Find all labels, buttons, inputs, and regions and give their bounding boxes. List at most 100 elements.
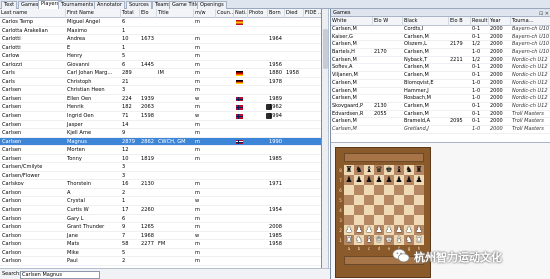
board-square[interactable]: [404, 205, 414, 215]
games-column-header[interactable]: Year: [489, 17, 511, 26]
board-square[interactable]: ♜: [414, 235, 424, 245]
board-square[interactable]: [384, 215, 394, 225]
white-pawn-icon[interactable]: ♟: [395, 225, 402, 234]
board-square[interactable]: [364, 215, 374, 225]
board-square[interactable]: ♝: [364, 235, 374, 245]
player-row[interactable]: Carlson Paul 2 m: [0, 257, 321, 266]
black-rook-icon[interactable]: ♜: [415, 165, 422, 174]
board-square[interactable]: [404, 195, 414, 205]
tab-text[interactable]: Text: [1, 1, 18, 9]
white-bishop-icon[interactable]: ♝: [365, 235, 372, 244]
player-row[interactable]: Carlsen Christian Heen 3 m: [0, 86, 321, 95]
game-row[interactable]: Carlsen,M Rosbach,M 1-0 2000 Nordic-ch U12: [331, 95, 550, 103]
white-rook-icon[interactable]: ♜: [415, 235, 422, 244]
white-queen-icon[interactable]: ♛: [375, 235, 382, 244]
black-rook-icon[interactable]: ♜: [345, 165, 352, 174]
player-row[interactable]: Carlson Grant Thunder 9 1265 m 2008: [0, 223, 321, 232]
player-row[interactable]: Carlsen/Flower 3: [0, 172, 321, 181]
board-square[interactable]: ♚: [384, 165, 394, 175]
white-pawn-icon[interactable]: ♟: [405, 225, 412, 234]
board-square[interactable]: ♝: [394, 165, 404, 175]
player-row[interactable]: Carlozzi Giovanni 6 1445 m 1956: [0, 61, 321, 70]
board-square[interactable]: [414, 215, 424, 225]
column-header[interactable]: m/w: [194, 9, 216, 18]
board-square[interactable]: ♟: [384, 225, 394, 235]
tab-annotator[interactable]: Annotator: [94, 1, 125, 9]
board-square[interactable]: [404, 215, 414, 225]
game-row[interactable]: Edvardsen,R 2055 Carlsen,M 0-1 2000 Troll Mas…: [331, 111, 550, 119]
white-pawn-icon[interactable]: ♟: [355, 225, 362, 234]
player-row[interactable]: Carlotta Arakelian Maximo 1: [0, 27, 321, 36]
white-knight-icon[interactable]: ♞: [355, 235, 362, 244]
board-square[interactable]: ♛: [374, 235, 384, 245]
board-square[interactable]: ♟: [374, 225, 384, 235]
board-square[interactable]: ♟: [354, 175, 364, 185]
games-column-header[interactable]: White: [331, 17, 373, 26]
board-square[interactable]: [374, 195, 384, 205]
black-pawn-icon[interactable]: ♟: [385, 175, 392, 184]
player-row[interactable]: Carlsen Jasper 14 m: [0, 121, 321, 130]
board-square[interactable]: ♟: [404, 225, 414, 235]
column-header[interactable]: Elo: [140, 9, 157, 18]
black-pawn-icon[interactable]: ♟: [345, 175, 352, 184]
board-square[interactable]: ♞: [354, 235, 364, 245]
board-square[interactable]: ♜: [344, 165, 354, 175]
game-row[interactable]: Carlsen,M Nyback,T 2211 1/2 2000 Nordic-ch U1…: [331, 57, 550, 65]
board-square[interactable]: ♞: [354, 165, 364, 175]
game-row[interactable]: Kaiser,G Carlsen,M 0-1 2000 Bayern-ch U10: [331, 34, 550, 42]
game-row[interactable]: Sofiev,A Carlsen,M 0-1 2000 Nordic-ch U12: [331, 64, 550, 73]
player-row[interactable]: Carls Christoph 21 m 1978: [0, 78, 321, 87]
game-row[interactable]: Skovgaard,P 2130 Carlsen,M 0-1 2000 Nordic-ch…: [331, 103, 550, 111]
board-square[interactable]: ♟: [394, 175, 404, 185]
player-row[interactable]: Carlskov Thorstein 16 2130 m 1971: [0, 180, 321, 189]
board-square[interactable]: ♟: [384, 175, 394, 185]
game-row[interactable]: Carlsen,M Gretland,J 1-0 2000 Troll Masters: [331, 126, 550, 134]
games-column-header[interactable]: Elo B: [449, 17, 471, 26]
board-square[interactable]: [394, 215, 404, 225]
players-grid[interactable]: Last name First Name Total Elo Title m/w Coun.…: [0, 9, 322, 268]
board-square[interactable]: [374, 185, 384, 195]
board-square[interactable]: ♞: [404, 235, 414, 245]
player-row[interactable]: Carlson Mike 5 m: [0, 249, 321, 258]
game-row[interactable]: Viljanen,M Carlsen,M 0-1 2000 Nordic-ch U12: [331, 72, 550, 80]
board-square[interactable]: ♟: [354, 225, 364, 235]
player-row[interactable]: Carlsen/Cmilyte 3: [0, 163, 321, 172]
board-square[interactable]: ♟: [364, 225, 374, 235]
player-row[interactable]: Carlsen Magnus 2879 2862 CWCH, GM m 1990: [0, 137, 321, 147]
player-row[interactable]: Carlsen Kjell Arne 9 m: [0, 129, 321, 138]
black-pawn-icon[interactable]: ♟: [375, 175, 382, 184]
board-square[interactable]: [364, 185, 374, 195]
player-row[interactable]: Carlson Gary L 6 m: [0, 215, 321, 224]
game-row[interactable]: Carlsen,M Hammer,J 1-0 2000 Nordic-ch U12: [331, 88, 550, 96]
player-row[interactable]: Carlos Temp Miguel Angel 6 m: [0, 18, 321, 27]
board-square[interactable]: ♝: [394, 235, 404, 245]
column-header[interactable]: Photo: [248, 9, 268, 18]
board-square[interactable]: [394, 205, 404, 215]
black-bishop-icon[interactable]: ♝: [365, 165, 372, 174]
black-king-icon[interactable]: ♚: [385, 165, 392, 174]
player-row[interactable]: Carls Carl Johan Marg... 289 IM m 1880 1958: [0, 69, 321, 78]
board-square[interactable]: [344, 185, 354, 195]
board-square[interactable]: ♝: [364, 165, 374, 175]
board-square[interactable]: [354, 205, 364, 215]
games-column-header[interactable]: Elo W: [373, 17, 403, 26]
board-square[interactable]: [364, 195, 374, 205]
black-pawn-icon[interactable]: ♟: [415, 175, 422, 184]
board-square[interactable]: ♟: [374, 175, 384, 185]
board-square[interactable]: [404, 185, 414, 195]
white-pawn-icon[interactable]: ♟: [415, 225, 422, 234]
player-row[interactable]: Carlsen Morten 12 m: [0, 146, 321, 155]
board-square[interactable]: ♟: [414, 175, 424, 185]
player-row[interactable]: Carlotti Andrea 10 1673 m 1964: [0, 35, 321, 44]
white-knight-icon[interactable]: ♞: [405, 235, 412, 244]
game-row[interactable]: Carlsen,M Cordts,I 0-1 2000 Bayern-ch U10: [331, 26, 550, 34]
black-bishop-icon[interactable]: ♝: [395, 165, 402, 174]
black-pawn-icon[interactable]: ♟: [395, 175, 402, 184]
board-square[interactable]: ♜: [344, 235, 354, 245]
player-row[interactable]: Carlson Mats 58 2277 FM m 1958: [0, 240, 321, 249]
game-row[interactable]: Bartels,H 2170 Carlsen,M 1-0 2000 Bayern-ch U…: [331, 49, 550, 57]
board-square[interactable]: [344, 195, 354, 205]
board-square[interactable]: ♟: [364, 175, 374, 185]
column-header[interactable]: Title: [157, 9, 194, 18]
column-header[interactable]: Total: [121, 9, 140, 18]
